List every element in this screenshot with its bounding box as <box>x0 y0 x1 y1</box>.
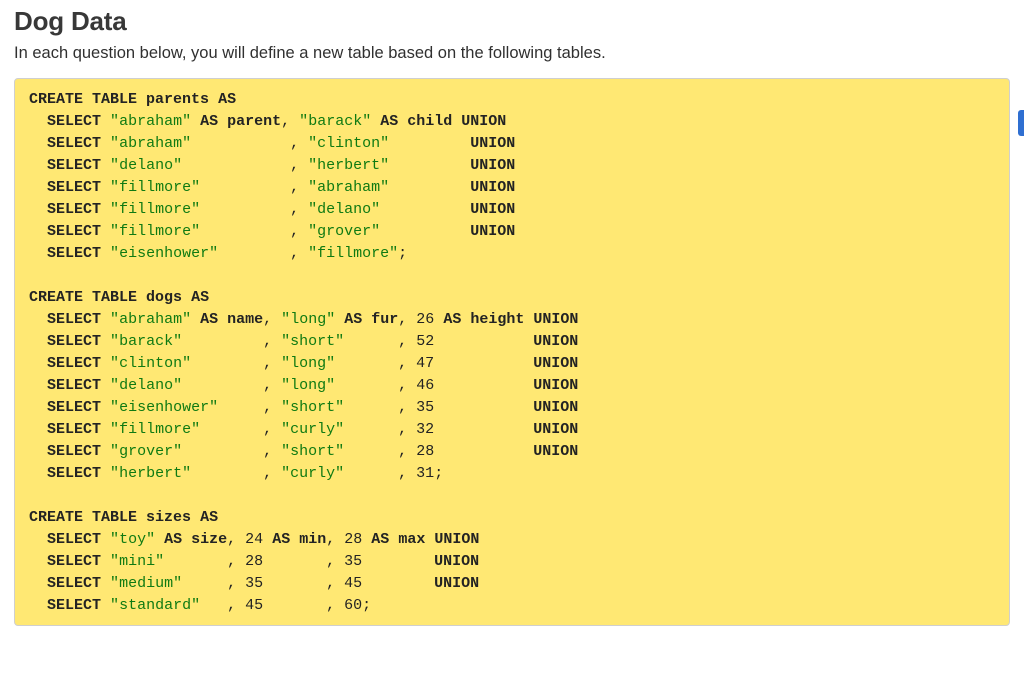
sql-code-block: CREATE TABLE parents AS SELECT "abraham"… <box>14 78 1010 626</box>
intro-text: In each question below, you will define … <box>14 41 1010 66</box>
scrollbar-thumb[interactable] <box>1018 110 1024 136</box>
sql-code: CREATE TABLE parents AS SELECT "abraham"… <box>29 89 995 617</box>
page-title: Dog Data <box>14 6 1010 37</box>
